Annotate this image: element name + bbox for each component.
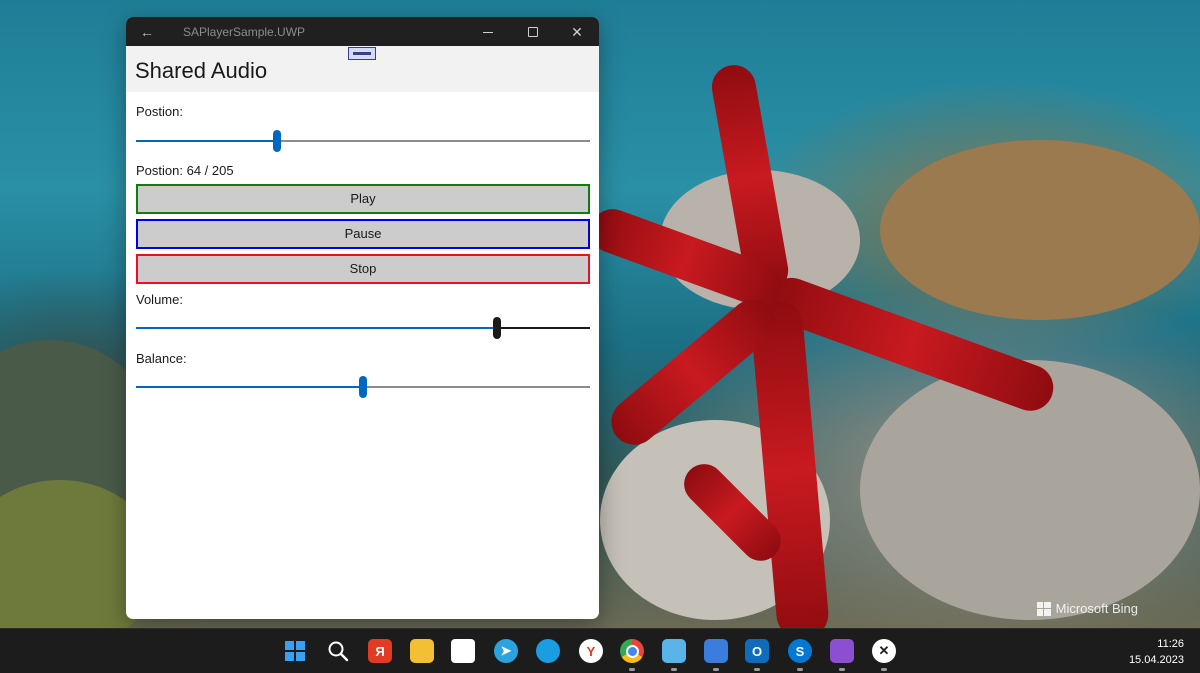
chrome-icon[interactable] <box>620 639 644 671</box>
debug-toolbar-handle[interactable] <box>348 47 376 60</box>
position-label: Postion: <box>136 104 183 119</box>
notepad-icon[interactable] <box>662 639 686 671</box>
edge-icon[interactable] <box>536 639 560 663</box>
search-icon[interactable] <box>326 639 350 663</box>
skype-icon[interactable]: S <box>788 639 812 671</box>
app-window: ← SAPlayerSample.UWP ✕ Shared Audio Post… <box>126 17 599 619</box>
volume-slider[interactable] <box>136 316 590 340</box>
maximize-button[interactable] <box>521 21 545 43</box>
xamarin-icon[interactable]: ✕ <box>872 639 896 671</box>
balance-slider[interactable] <box>136 375 590 399</box>
window-title: SAPlayerSample.UWP <box>183 25 306 39</box>
bing-watermark: Microsoft Bing <box>1036 601 1138 616</box>
play-button[interactable]: Play <box>136 184 590 214</box>
visual-studio-icon[interactable] <box>830 639 854 671</box>
file-explorer-icon[interactable] <box>410 639 434 663</box>
slider-fill <box>136 140 277 142</box>
microsoft-store-icon[interactable] <box>451 639 475 663</box>
telegram-icon[interactable]: ➤ <box>494 639 518 663</box>
slider-thumb[interactable] <box>359 376 367 398</box>
slider-thumb[interactable] <box>273 130 281 152</box>
page-title: Shared Audio <box>135 58 268 83</box>
microsoft-logo-icon <box>1036 601 1051 616</box>
save-app-icon[interactable] <box>704 639 728 671</box>
balance-label: Balance: <box>136 351 187 366</box>
system-clock[interactable]: 11:26 15.04.2023 <box>1129 636 1184 668</box>
windows-start-icon[interactable] <box>283 639 307 663</box>
clock-time: 11:26 <box>1157 638 1184 650</box>
close-button[interactable]: ✕ <box>565 21 589 43</box>
back-arrow-icon[interactable]: ← <box>140 23 158 41</box>
taskbar: Я ➤ Y O S ✕ 11:26 15.04.2023 <box>0 628 1200 673</box>
window-titlebar[interactable]: ← SAPlayerSample.UWP ✕ <box>126 17 599 46</box>
slider-thumb[interactable] <box>493 317 501 339</box>
minimize-button[interactable] <box>476 21 500 43</box>
position-slider[interactable] <box>136 129 590 153</box>
wallpaper-rock <box>880 140 1200 320</box>
volume-label: Volume: <box>136 292 183 307</box>
yandex-browser-icon[interactable]: Я <box>368 639 392 663</box>
outlook-icon[interactable]: O <box>745 639 769 671</box>
slider-fill <box>136 327 497 329</box>
pause-button[interactable]: Pause <box>136 219 590 249</box>
slider-fill <box>136 386 363 388</box>
stop-button[interactable]: Stop <box>136 254 590 284</box>
watermark-text: Microsoft Bing <box>1055 601 1138 616</box>
clock-date: 15.04.2023 <box>1128 654 1184 666</box>
position-readout: Postion: 64 / 205 <box>136 163 234 178</box>
yandex-icon[interactable]: Y <box>579 639 603 663</box>
